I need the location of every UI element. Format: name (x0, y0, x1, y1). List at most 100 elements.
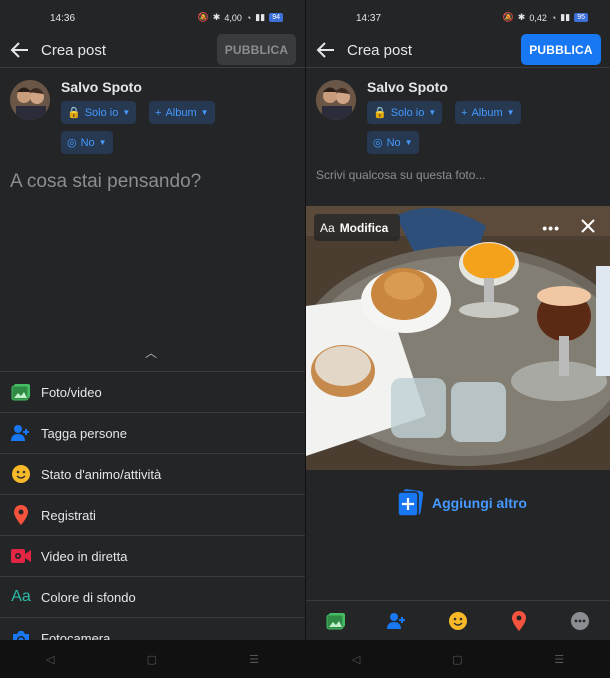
instagram-label: No (386, 136, 401, 149)
status-bar: 14:36 🔕 ✱ 4,00 ◔ ▮▮ 94 (0, 0, 305, 34)
wifi-icon: ◔ (550, 12, 557, 23)
nav-back-icon[interactable]: ◁ (352, 653, 360, 666)
menu-item-check-in[interactable]: Registrati (0, 494, 305, 535)
location-pin-icon (10, 504, 32, 526)
chevron-down-icon: ▼ (506, 108, 515, 117)
android-navbar: ◁ ▢ ☰ (306, 640, 610, 678)
album-label: Album (165, 106, 197, 119)
instagram-selector[interactable]: ◎ No ▼ (61, 131, 113, 154)
chevron-down-icon: ▼ (428, 108, 437, 117)
post-options-menu: Foto/video Tagga persone Stato d'animo/a… (0, 371, 305, 658)
mute-icon: 🔕 (197, 12, 209, 22)
tag-people-icon[interactable] (385, 609, 409, 633)
add-more-button[interactable]: Aggiungi altro (396, 489, 527, 517)
status-bar: 14:37 🔕 ✱ 0,42 ◔ ▮▮ 95 (306, 0, 610, 34)
user-name: Salvo Spoto (61, 79, 142, 95)
location-pin-icon[interactable] (507, 609, 531, 633)
user-name: Salvo Spoto (367, 79, 448, 95)
avatar (10, 80, 50, 120)
menu-item-background-color[interactable]: Aa Colore di sfondo (0, 576, 305, 617)
bluetooth-icon: ✱ (212, 12, 221, 22)
status-time: 14:36 (50, 13, 76, 24)
menu-item-label: Tagga persone (41, 425, 128, 441)
privacy-label: Solo io (390, 106, 425, 119)
status-time: 14:37 (356, 13, 382, 24)
page-title: Crea post (41, 42, 107, 59)
post-text-input[interactable]: A cosa stai pensando? (10, 171, 201, 193)
photo-caption-input[interactable]: Scrivi qualcosa su questa foto... (316, 168, 485, 182)
menu-item-live-video[interactable]: Video in diretta (0, 535, 305, 576)
wifi-icon: ◔ (245, 12, 252, 23)
post-header: Crea post PUBBLICA (0, 34, 305, 68)
network-speed: 4,00 (224, 12, 242, 23)
photo-icon (10, 381, 32, 403)
text-style-icon: Aa (320, 220, 335, 235)
instagram-selector[interactable]: ◎ No ▼ (367, 131, 419, 154)
album-selector[interactable]: + Album ▼ (455, 101, 521, 124)
close-icon[interactable] (580, 218, 596, 234)
plus-icon: + (155, 106, 162, 119)
edit-photo-button[interactable]: Aa Modifica (314, 214, 400, 241)
back-arrow-icon[interactable] (314, 38, 338, 62)
menu-item-label: Video in diretta (41, 548, 128, 564)
instagram-icon: ◎ (67, 137, 77, 149)
photo-icon[interactable] (324, 609, 348, 633)
signal-icon: ▮▮ (255, 12, 266, 22)
edit-photo-label: Modifica (339, 220, 389, 235)
battery-indicator: 95 (574, 13, 588, 22)
privacy-selector[interactable]: 🔒 Solo io ▼ (367, 101, 443, 124)
menu-item-label: Stato d'animo/attività (41, 466, 162, 482)
nav-recents-icon[interactable]: ☰ (554, 653, 564, 666)
status-icons: 🔕 ✱ 0,42 ◔ ▮▮ 95 (503, 12, 588, 23)
privacy-label: Solo io (84, 106, 119, 119)
instagram-label: No (80, 136, 95, 149)
menu-item-label: Foto/video (41, 384, 102, 400)
menu-item-feeling[interactable]: Stato d'animo/attività (0, 453, 305, 494)
add-media-icon (397, 489, 424, 517)
network-speed: 0,42 (529, 12, 547, 23)
composer-toolbar (306, 600, 610, 641)
privacy-selector[interactable]: 🔒 Solo io ▼ (61, 101, 137, 124)
chevron-down-icon: ▼ (122, 108, 131, 117)
photo-image (306, 206, 610, 470)
background-color-icon: Aa (11, 588, 31, 605)
emoji-icon[interactable] (446, 609, 470, 633)
publish-button[interactable]: PUBBLICA (521, 34, 601, 65)
lock-icon: 🔒 (373, 107, 387, 119)
page-title: Crea post (347, 42, 413, 59)
menu-item-tag-people[interactable]: Tagga persone (0, 412, 305, 453)
live-video-icon (10, 545, 32, 567)
publish-button[interactable]: PUBBLICA (217, 34, 296, 65)
left-screen: 14:36 🔕 ✱ 4,00 ◔ ▮▮ 94 Crea post PUBBLIC… (0, 0, 305, 678)
tag-people-icon (10, 422, 32, 444)
chevron-up-icon[interactable]: ︿ (145, 344, 157, 361)
right-screen: 14:37 🔕 ✱ 0,42 ◔ ▮▮ 95 Crea post PUBBLIC… (305, 0, 610, 678)
emoji-icon (10, 463, 32, 485)
mute-icon: 🔕 (502, 12, 514, 22)
chevron-down-icon: ▼ (404, 138, 413, 147)
nav-home-icon[interactable]: ▢ (147, 653, 157, 666)
menu-item-photo-video[interactable]: Foto/video (0, 371, 305, 412)
instagram-icon: ◎ (373, 137, 383, 149)
chevron-down-icon: ▼ (200, 108, 209, 117)
attached-photo[interactable]: Aa Modifica ••• (306, 206, 610, 470)
post-header: Crea post PUBBLICA (306, 34, 610, 68)
lock-icon: 🔒 (67, 107, 81, 119)
chevron-down-icon: ▼ (98, 138, 107, 147)
back-arrow-icon[interactable] (8, 38, 32, 62)
album-selector[interactable]: + Album ▼ (149, 101, 215, 124)
avatar (316, 80, 356, 120)
menu-item-label: Registrati (41, 507, 96, 523)
nav-back-icon[interactable]: ◁ (46, 653, 54, 666)
signal-icon: ▮▮ (560, 12, 571, 22)
add-more-label: Aggiungi altro (432, 495, 527, 511)
menu-item-label: Colore di sfondo (41, 589, 136, 605)
album-label: Album (471, 106, 503, 119)
bluetooth-icon: ✱ (517, 12, 526, 22)
more-options-icon[interactable]: ••• (542, 220, 560, 236)
more-icon[interactable] (568, 609, 592, 633)
android-navbar: ◁ ▢ ☰ (0, 640, 305, 678)
battery-indicator: 94 (269, 13, 283, 22)
nav-recents-icon[interactable]: ☰ (249, 653, 259, 666)
nav-home-icon[interactable]: ▢ (452, 653, 462, 666)
